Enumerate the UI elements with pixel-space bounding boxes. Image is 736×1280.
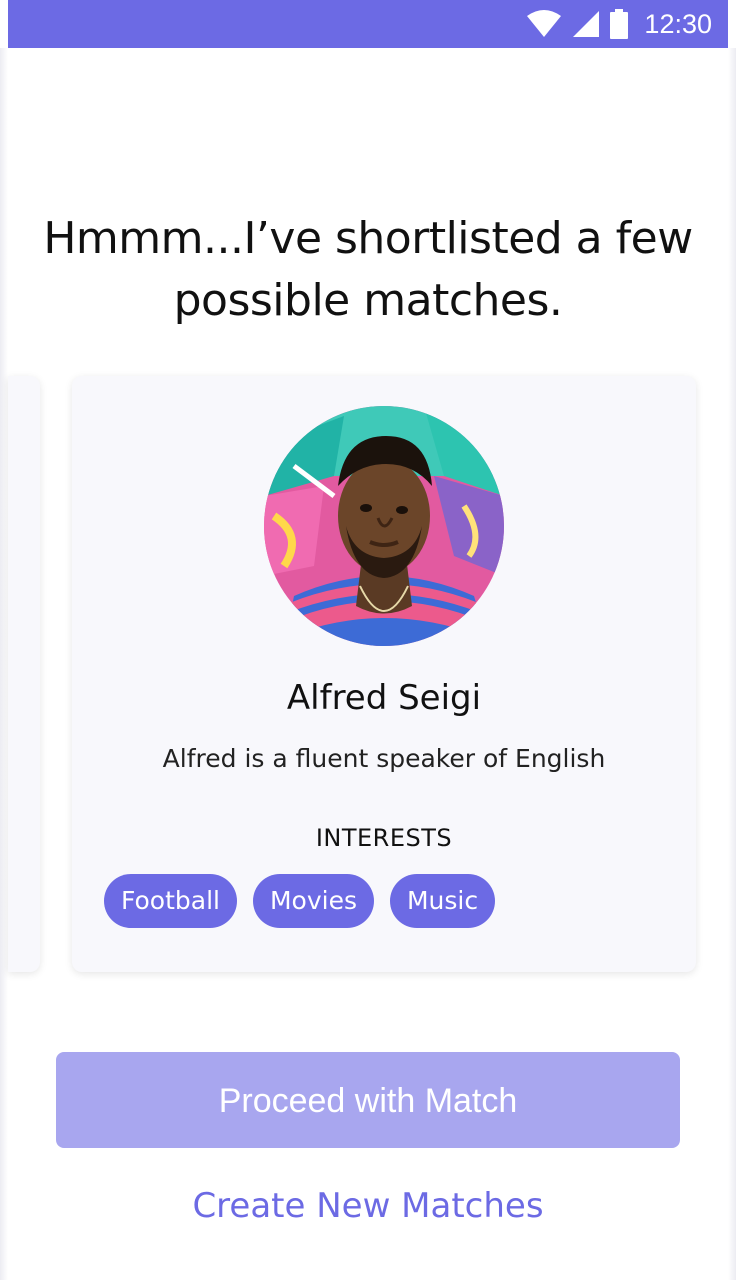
create-new-matches-link[interactable]: Create New Matches [56, 1186, 680, 1226]
avatar [264, 406, 504, 646]
right-edge-shadow [728, 48, 736, 1280]
profile-photo [264, 406, 504, 646]
interest-chips: Football Movies Music [104, 874, 496, 928]
proceed-with-match-button[interactable]: Proceed with Match [56, 1052, 680, 1148]
interest-chip-movies: Movies [252, 874, 374, 928]
status-icons: 12:30 [526, 0, 712, 48]
interests-heading: INTERESTS [315, 824, 453, 852]
match-card[interactable]: Alfred Seigi Alfred is a fluent speaker … [72, 376, 696, 972]
battery-icon [610, 9, 629, 39]
left-edge-shadow [0, 48, 8, 1280]
app-screen: 12:30 Hmmm...I’ve shortlisted a few poss… [0, 0, 736, 1280]
interest-chip-football: Football [104, 874, 237, 928]
match-bio: Alfred is a fluent speaker of English [162, 744, 606, 773]
page-title: Hmmm...I’ve shortlisted a few possible m… [43, 213, 693, 326]
cellular-signal-icon [572, 10, 600, 38]
previous-match-card[interactable] [8, 376, 40, 972]
wifi-icon [526, 10, 562, 38]
status-bar: 12:30 [8, 0, 728, 48]
interest-chip-music: Music [389, 874, 496, 928]
status-time: 12:30 [644, 8, 712, 39]
match-name: Alfred Seigi [286, 678, 482, 718]
